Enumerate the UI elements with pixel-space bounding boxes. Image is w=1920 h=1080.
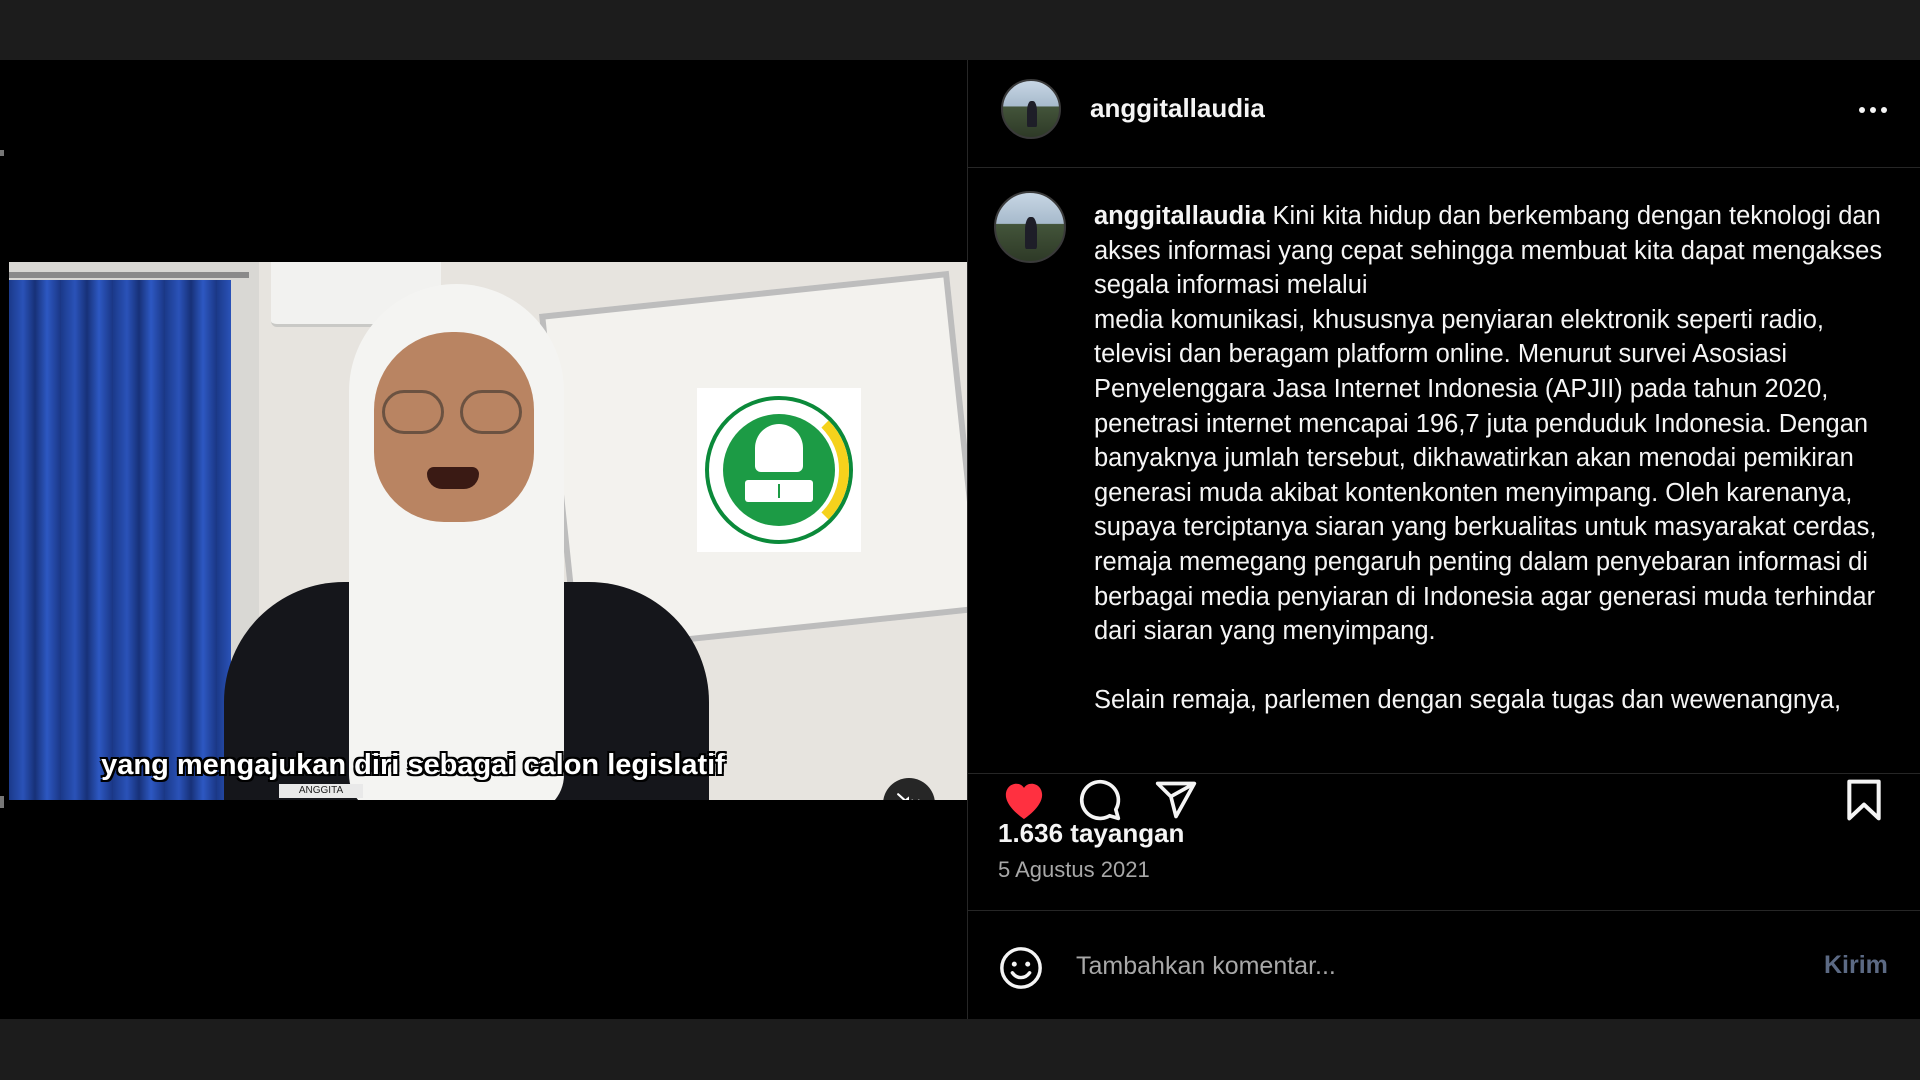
avatar-figure xyxy=(1024,216,1037,250)
post-details-pane: anggitallaudia anggitallaudia Kini kita … xyxy=(967,60,1920,1019)
video-speaker-glasses-left xyxy=(382,390,444,434)
video-name-tag: ANGGITA ALLAUDIA xyxy=(279,784,363,800)
author-avatar[interactable] xyxy=(1001,79,1061,139)
caption-section: anggitallaudia Kini kita hidup dan berke… xyxy=(968,168,1920,774)
video-speaker-mouth xyxy=(427,467,479,489)
heart-filled-icon xyxy=(1005,783,1043,820)
speaker-muted-icon xyxy=(897,793,920,800)
view-count[interactable]: 1.636 tayangan xyxy=(998,818,1184,849)
video-speaker-glasses-right xyxy=(460,390,522,434)
more-horizontal-icon xyxy=(1859,107,1887,113)
comment-input[interactable] xyxy=(1074,941,1758,991)
school-logo-book-spine xyxy=(778,484,780,498)
post-modal: ANGGITA ALLAUDIA yang mengajukan diri se… xyxy=(0,60,1920,1019)
post-comment-button[interactable]: Kirim xyxy=(1824,951,1888,980)
caption-body: Kini kita hidup dan berkembang dengan te… xyxy=(1094,202,1883,646)
caption-paragraph: Selain remaja, parlemen dengan segala tu… xyxy=(1094,686,1842,715)
post-date[interactable]: 5 Agustus 2021 xyxy=(998,857,1150,883)
bottom-backdrop xyxy=(0,1019,1920,1080)
caption-paragraph: anggitallaudia Kini kita hidup dan berke… xyxy=(1094,199,1894,649)
caption-username[interactable]: anggitallaudia xyxy=(1094,202,1265,230)
emoji-button[interactable] xyxy=(996,943,1046,993)
comment-bar: Kirim xyxy=(968,910,1920,1020)
video-player[interactable]: ANGGITA ALLAUDIA yang mengajukan diri se… xyxy=(9,262,967,800)
avatar-figure xyxy=(1026,100,1037,128)
video-subtitle: yang mengajukan diri sebagai calon legis… xyxy=(101,749,725,781)
video-curtain-rod xyxy=(9,272,249,278)
comment-icon xyxy=(1079,779,1121,821)
author-username[interactable]: anggitallaudia xyxy=(1090,93,1265,124)
backdrop-edge-mark xyxy=(0,796,4,808)
video-curtain xyxy=(9,280,231,800)
more-options-button[interactable] xyxy=(1848,90,1898,130)
post-header: anggitallaudia xyxy=(968,60,1920,168)
smiley-icon xyxy=(1000,947,1042,989)
bookmark-icon xyxy=(1847,779,1881,821)
media-pane: ANGGITA ALLAUDIA yang mengajukan diri se… xyxy=(0,60,967,1019)
save-button[interactable] xyxy=(1838,774,1890,826)
school-logo xyxy=(697,388,861,552)
school-logo-dome xyxy=(755,424,803,472)
school-logo-book xyxy=(745,480,813,502)
backdrop-edge-mark xyxy=(0,150,4,156)
post-caption: anggitallaudia Kini kita hidup dan berke… xyxy=(1094,199,1894,718)
caption-avatar[interactable] xyxy=(994,191,1066,263)
send-icon xyxy=(1155,781,1197,819)
top-backdrop xyxy=(0,0,1920,60)
